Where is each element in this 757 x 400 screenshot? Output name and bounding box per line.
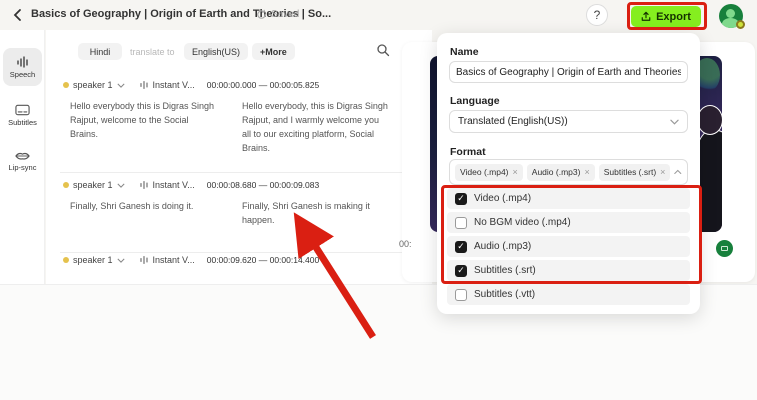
format-option[interactable]: Subtitles (.vtt): [447, 284, 690, 305]
sidebar-item-label: Subtitles: [8, 117, 37, 127]
help-button[interactable]: ?: [586, 4, 608, 26]
format-option-label: Video (.mp4): [474, 193, 532, 204]
voice-name[interactable]: Instant V...: [153, 80, 195, 90]
chevron-down-icon[interactable]: [116, 183, 125, 188]
translated-text[interactable]: Hello everybody, this is Digras Singh Ra…: [242, 100, 390, 156]
voice-name[interactable]: Instant V...: [153, 180, 195, 190]
search-icon[interactable]: [376, 43, 390, 57]
save-status: Saved: [256, 9, 299, 20]
player-time: 00:: [399, 239, 412, 249]
speaker-color-dot: [63, 82, 69, 88]
voice-name[interactable]: Instant V...: [153, 255, 195, 265]
transcript-panel: Hindi translate to English(US) +More spe…: [46, 30, 432, 284]
segment-times: 00:00:08.680 — 00:00:09.083: [206, 180, 320, 190]
segment-times: 00:00:00.000 — 00:00:05.825: [206, 80, 320, 90]
back-icon[interactable]: [10, 7, 26, 23]
saved-label: Saved: [271, 9, 300, 20]
chevron-up-icon: [674, 169, 682, 175]
voice-icon: [139, 255, 148, 265]
remove-chip-icon[interactable]: ×: [513, 167, 518, 177]
app-window: Basics of Geography | Origin of Earth an…: [0, 0, 757, 400]
source-language-label: Hindi: [89, 46, 111, 57]
format-multiselect[interactable]: Video (.mp4) × Audio (.mp3) × Subtitles …: [449, 159, 688, 185]
speaker-name[interactable]: speaker 1: [73, 80, 113, 90]
sidebar-item-label: Speech: [9, 69, 36, 79]
language-label: Language: [450, 95, 500, 107]
top-bar: Basics of Geography | Origin of Earth an…: [0, 0, 757, 30]
voice-icon: [139, 180, 148, 190]
layout-icon: [721, 246, 728, 251]
more-label: +More: [260, 46, 287, 57]
checkbox[interactable]: [455, 288, 467, 301]
chevron-down-icon: [670, 119, 679, 125]
format-chip-label: Video (.mp4): [460, 167, 509, 177]
export-label: Export: [656, 10, 691, 23]
translate-to-label: translate to: [130, 47, 175, 57]
format-chip[interactable]: Audio (.mp3) ×: [526, 163, 595, 181]
source-language-chip[interactable]: Hindi: [78, 43, 122, 60]
source-text[interactable]: Finally, Shri Ganesh is doing it.: [70, 200, 218, 214]
avatar-badge: [736, 20, 745, 29]
segment-header: speaker 1 Instant V... 00:00:08.680 — 00…: [63, 180, 319, 190]
sidebar-item-speech[interactable]: Speech: [3, 48, 42, 86]
voice-icon: [139, 80, 148, 90]
upload-icon: [641, 11, 651, 21]
sidebar-item-subtitles[interactable]: Subtitles: [3, 96, 42, 134]
format-option-label: Subtitles (.srt): [474, 265, 536, 276]
checkbox[interactable]: ✓: [455, 192, 467, 205]
help-label: ?: [593, 8, 601, 22]
left-sidebar: Speech Subtitles Lip-sync: [0, 30, 45, 284]
format-chips: Video (.mp4) × Audio (.mp3) × Subtitles …: [455, 163, 671, 181]
lips-icon: [15, 152, 30, 160]
export-button[interactable]: Export: [631, 6, 701, 27]
format-chip-label: Subtitles (.srt): [603, 167, 657, 177]
video-mini-button[interactable]: [716, 240, 733, 257]
format-option[interactable]: ✓ Video (.mp4): [447, 188, 690, 209]
speaker-color-dot: [63, 257, 69, 263]
format-chip[interactable]: Video (.mp4) ×: [455, 163, 523, 181]
checkbox[interactable]: ✓: [455, 264, 467, 277]
format-options-list: ✓ Video (.mp4) No BGM video (.mp4) ✓ Aud…: [447, 188, 690, 305]
format-chip-label: Audio (.mp3): [531, 167, 581, 177]
format-option[interactable]: ✓ Subtitles (.srt): [447, 260, 690, 281]
speaker-color-dot: [63, 182, 69, 188]
translated-text[interactable]: Finally, Shri Ganesh is making it happen…: [242, 200, 390, 228]
checkbox[interactable]: ✓: [455, 240, 467, 253]
format-option-label: Subtitles (.vtt): [474, 289, 536, 300]
remove-chip-icon[interactable]: ×: [584, 167, 589, 177]
format-label: Format: [450, 146, 486, 158]
sync-icon: [257, 9, 266, 19]
segment-header: speaker 1 Instant V... 00:00:09.620 — 00…: [63, 255, 319, 265]
speaker-name[interactable]: speaker 1: [73, 180, 113, 190]
target-language-chip[interactable]: English(US): [184, 43, 249, 60]
subtitles-icon: [15, 104, 30, 115]
format-option-label: No BGM video (.mp4): [474, 217, 571, 228]
format-option-label: Audio (.mp3): [474, 241, 532, 252]
language-value: Translated (English(US)): [458, 116, 568, 127]
format-option[interactable]: No BGM video (.mp4): [447, 212, 690, 233]
sidebar-item-label: Lip-sync: [8, 162, 37, 172]
checkbox[interactable]: [455, 216, 467, 229]
name-label: Name: [450, 46, 479, 58]
format-option[interactable]: ✓ Audio (.mp3): [447, 236, 690, 257]
source-text[interactable]: Hello everybody this is Digras Singh Raj…: [70, 100, 218, 142]
remove-chip-icon[interactable]: ×: [660, 167, 665, 177]
more-languages-chip[interactable]: +More: [252, 43, 295, 60]
name-input[interactable]: [449, 61, 688, 83]
segment-times: 00:00:09.620 — 00:00:14.400: [206, 255, 320, 265]
format-chip[interactable]: Subtitles (.srt) ×: [598, 163, 671, 181]
sidebar-item-lip-sync[interactable]: Lip-sync: [3, 142, 42, 180]
export-dialog: Name Language Translated (English(US)) F…: [437, 33, 700, 314]
segment-header: speaker 1 Instant V... 00:00:00.000 — 00…: [63, 80, 319, 90]
chevron-down-icon[interactable]: [116, 258, 125, 263]
target-language-label: English(US): [192, 46, 241, 57]
speech-icon: [16, 55, 28, 68]
row-divider: [60, 252, 418, 253]
language-select[interactable]: Translated (English(US)): [449, 110, 688, 133]
speaker-name[interactable]: speaker 1: [73, 255, 113, 265]
row-divider: [60, 172, 418, 173]
chevron-down-icon[interactable]: [116, 83, 125, 88]
